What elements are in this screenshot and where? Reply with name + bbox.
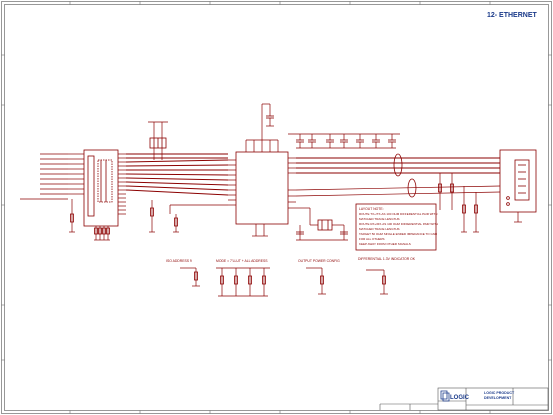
decoupling-capacitors — [262, 103, 400, 149]
note-line: MATCHED TRACE LENGTHS — [359, 217, 400, 221]
sheet-title: 12- ETHERNET — [487, 12, 538, 19]
config-section-c: OUTPUT POWER CONFIG — [298, 259, 340, 295]
company-line2: DEVELOPMENT — [484, 396, 512, 400]
section-d-label: DIFFERENTIAL 1.3V INDICATOR OK — [358, 257, 416, 261]
logo-text: LOGIC — [450, 395, 470, 401]
crystal-oscillator — [296, 207, 348, 241]
rj45-magjack — [499, 149, 537, 223]
note-line: ROUTE TX+/TX-AS 100 OHM DIFFERENTIAL PAI… — [359, 212, 437, 216]
schematic-sheet: 12- ETHERNET LAYOUT NOTE: ROUTE TX+/TX-A… — [1, 1, 552, 414]
ethernet-controller-ic — [228, 104, 296, 237]
title-block: LOGIC LOGIC PRODUCT DEVELOPMENT — [379, 387, 549, 411]
note-line: FOR ALL OTHERS — [359, 237, 385, 241]
note-header: LAYOUT NOTE: — [359, 207, 384, 211]
note-line: KEEP AWAY FROM OTHER SIGNALS — [359, 242, 411, 246]
section-c-label: OUTPUT POWER CONFIG — [298, 259, 340, 263]
company-line1: LOGIC PRODUCT — [484, 391, 515, 395]
note-line: TARGET 50 OHM SINGLE ENDED IMPEDANCE TO … — [359, 232, 438, 236]
config-section-d: DIFFERENTIAL 1.3V INDICATOR OK — [358, 257, 416, 295]
layout-note: LAYOUT NOTE: ROUTE TX+/TX-AS 100 OHM DIF… — [355, 203, 438, 251]
note-line: MATCHED TRACE LENGTHS — [359, 227, 400, 231]
config-section-a: ISO ADDRESS 9 — [166, 259, 200, 287]
section-b-label: MODE = 7'LLUT + ALL ADDRESS — [216, 259, 268, 263]
config-section-b: MODE = 7'LLUT + ALL ADDRESS — [216, 259, 270, 297]
data-bus — [125, 153, 229, 214]
section-a-label: ISO ADDRESS 9 — [166, 259, 192, 263]
connector-left — [20, 149, 126, 241]
logic-logo: LOGIC — [440, 390, 470, 402]
note-line: ROUTE RX+/RX-AS 100 OHM DIFFERENTIAL PAI… — [359, 222, 438, 226]
